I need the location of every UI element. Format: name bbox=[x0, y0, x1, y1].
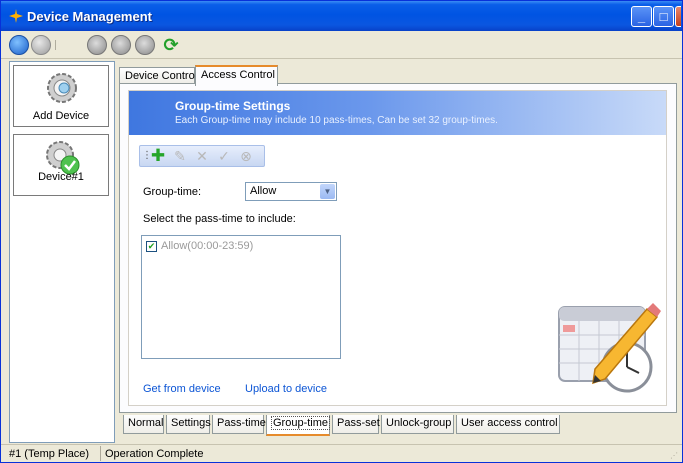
device-settings-icon[interactable] bbox=[87, 35, 107, 55]
confirm-icon[interactable]: ✓ bbox=[216, 148, 232, 164]
status-divider bbox=[100, 446, 101, 461]
tab-group-time-label: Group-time bbox=[271, 416, 331, 430]
status-location: #1 (Temp Place) bbox=[9, 448, 90, 460]
banner-description: Each Group-time may include 10 pass-time… bbox=[175, 115, 498, 126]
device-item-1[interactable]: Device#1 bbox=[13, 134, 109, 196]
status-bar: #1 (Temp Place) Operation Complete ⋰ bbox=[1, 444, 682, 462]
device-search-icon[interactable] bbox=[111, 35, 131, 55]
device-delete-icon[interactable] bbox=[135, 35, 155, 55]
banner-title: Group-time Settings bbox=[175, 99, 291, 113]
refresh-icon[interactable]: ⟳ bbox=[161, 35, 181, 55]
back-icon[interactable] bbox=[9, 35, 29, 55]
app-icon bbox=[9, 9, 23, 23]
chevron-down-icon[interactable]: ▼ bbox=[320, 184, 335, 199]
tab-group-time[interactable]: Group-time bbox=[266, 415, 331, 436]
device-management-window: Device Management _ □ ⟳ Add Device Devic… bbox=[0, 0, 683, 463]
get-from-device-link[interactable]: Get from device bbox=[143, 383, 221, 395]
window-title: Device Management bbox=[27, 9, 152, 24]
upload-to-device-link[interactable]: Upload to device bbox=[245, 383, 327, 395]
main-toolbar: ⟳ bbox=[1, 31, 682, 59]
tab-pass-time[interactable]: Pass-time bbox=[212, 415, 266, 434]
device-list-panel: Add Device Device#1 bbox=[9, 61, 115, 443]
toolbar-grip-icon: ⋮ bbox=[142, 150, 152, 161]
group-time-selected-value: Allow bbox=[250, 185, 277, 197]
select-passtime-label: Select the pass-time to include: bbox=[143, 213, 296, 225]
main-area: Device Control Access Control Group-time… bbox=[119, 61, 677, 443]
toolbar-separator bbox=[55, 40, 59, 50]
group-time-content: Group-time Settings Each Group-time may … bbox=[128, 90, 667, 406]
status-message: Operation Complete bbox=[105, 448, 204, 460]
passtime-list[interactable]: ✔ Allow(00:00-23:59) bbox=[141, 235, 341, 359]
tab-settings[interactable]: Settings bbox=[166, 415, 211, 434]
cancel-icon[interactable]: ⊗ bbox=[238, 148, 254, 164]
resize-grip-icon[interactable]: ⋰ bbox=[670, 451, 680, 461]
group-time-label: Group-time: bbox=[143, 186, 202, 198]
settings-banner: Group-time Settings Each Group-time may … bbox=[129, 91, 666, 135]
device-1-label: Device#1 bbox=[38, 171, 84, 183]
group-time-toolbar: ⋮ ✚ ✎ ✕ ✓ ⊗ bbox=[139, 145, 265, 167]
add-device-gear-icon bbox=[47, 73, 77, 103]
close-button[interactable] bbox=[675, 6, 681, 27]
access-control-panel: Group-time Settings Each Group-time may … bbox=[119, 83, 677, 413]
delete-icon[interactable]: ✕ bbox=[194, 148, 210, 164]
edit-icon[interactable]: ✎ bbox=[172, 148, 188, 164]
minimize-button[interactable]: _ bbox=[631, 6, 652, 27]
calendar-clock-icon bbox=[558, 303, 661, 393]
tab-pass-set[interactable]: Pass-set bbox=[332, 415, 380, 434]
pass-item-label: Allow(00:00-23:59) bbox=[161, 240, 254, 252]
tab-access-control[interactable]: Access Control bbox=[195, 65, 278, 86]
title-bar: Device Management _ □ bbox=[1, 1, 682, 31]
add-icon[interactable]: ✚ bbox=[150, 147, 166, 164]
checkbox-checked-icon[interactable]: ✔ bbox=[146, 240, 157, 252]
add-device-button[interactable]: Add Device bbox=[13, 65, 109, 127]
list-item[interactable]: ✔ Allow(00:00-23:59) bbox=[146, 240, 253, 252]
maximize-button[interactable]: □ bbox=[653, 6, 674, 27]
tab-unlock-group[interactable]: Unlock-group bbox=[381, 415, 454, 434]
add-device-label: Add Device bbox=[32, 110, 90, 122]
group-time-select[interactable]: Allow ▼ bbox=[245, 182, 337, 201]
tab-normal[interactable]: Normal bbox=[123, 415, 164, 434]
device-connected-icon bbox=[46, 141, 80, 175]
tab-user-access-control[interactable]: User access control bbox=[456, 415, 560, 434]
forward-icon[interactable] bbox=[31, 35, 51, 55]
